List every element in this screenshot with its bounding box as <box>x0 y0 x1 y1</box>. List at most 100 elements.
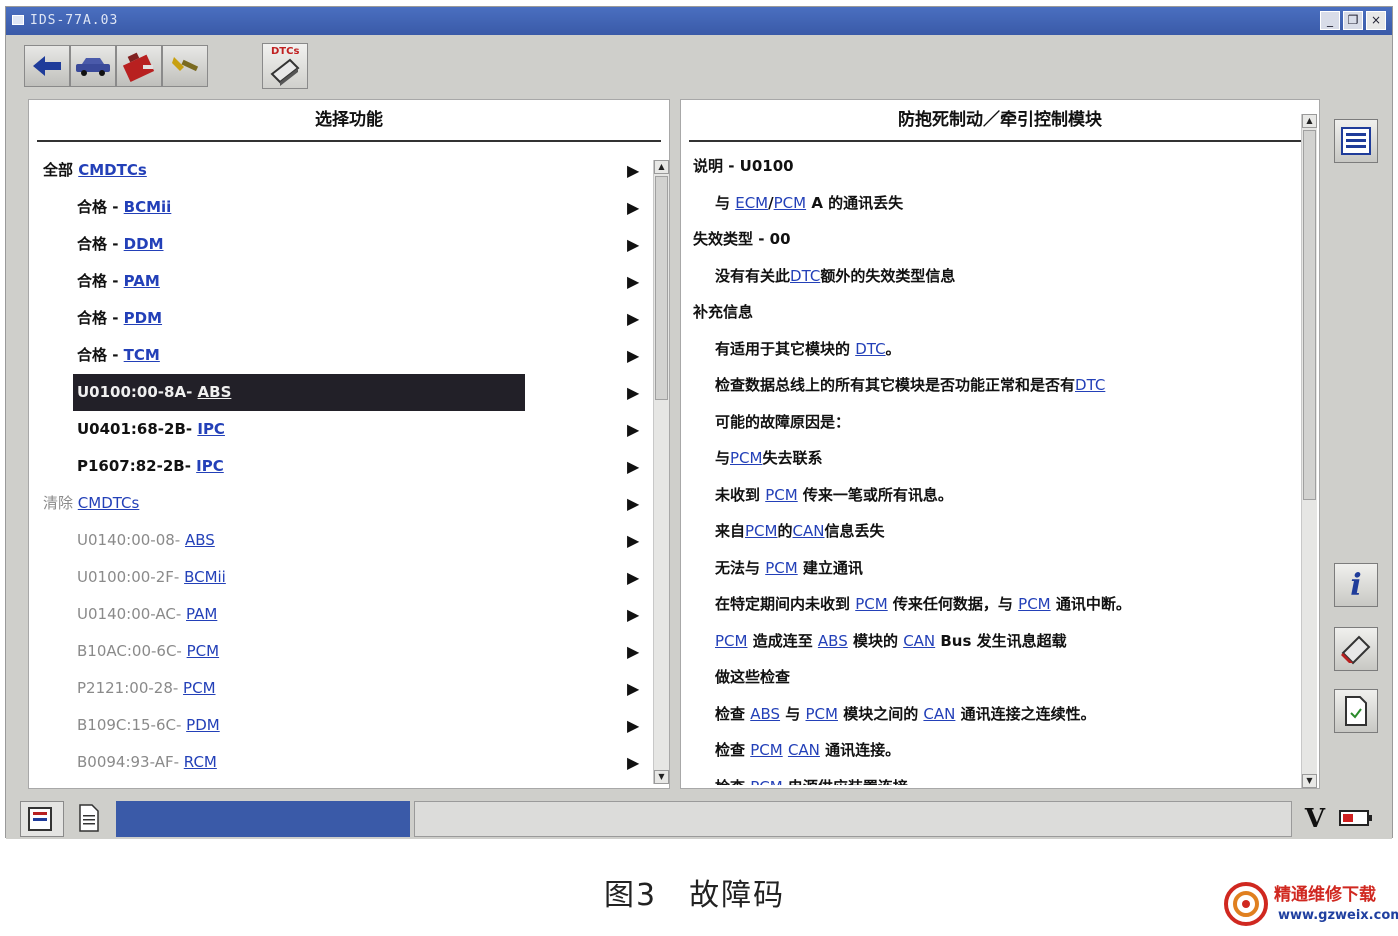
info-button[interactable]: i <box>1334 563 1378 607</box>
back-button[interactable] <box>24 45 70 87</box>
dtc-list-item[interactable]: U0140:00-AC- PAM ▶ <box>29 596 649 633</box>
glossary-link[interactable]: CAN <box>788 741 820 759</box>
module-link[interactable]: IPC <box>196 457 224 475</box>
glossary-link[interactable]: CAN <box>923 705 955 723</box>
left-scrollbar[interactable]: ▲ ▼ <box>653 160 669 784</box>
module-link[interactable]: BCMii <box>124 198 172 216</box>
glossary-link[interactable]: PCM <box>855 595 887 613</box>
list-view-button[interactable] <box>1334 119 1378 163</box>
glossary-link[interactable]: DTC <box>1075 376 1105 394</box>
glossary-link[interactable]: PCM <box>765 486 797 504</box>
scroll-down-button[interactable]: ▼ <box>1302 774 1317 788</box>
expand-arrow-icon[interactable]: ▶ <box>627 411 639 448</box>
minimize-button[interactable]: _ <box>1320 11 1340 30</box>
dtc-list-item[interactable]: 合格 - BCMii ▶ <box>29 189 649 226</box>
module-link[interactable]: CMDTCs <box>78 494 140 512</box>
module-link[interactable]: ABS <box>198 383 232 401</box>
glossary-link[interactable]: PCM <box>1018 595 1050 613</box>
glossary-link[interactable]: CAN <box>903 632 935 650</box>
module-link[interactable]: DDM <box>124 235 164 253</box>
erase-button[interactable] <box>1334 627 1378 671</box>
dtc-list-item[interactable]: 清除 CMDTCs ▶ <box>29 485 649 522</box>
glossary-link[interactable]: PCM <box>750 778 782 785</box>
expand-arrow-icon[interactable]: ▶ <box>627 559 639 596</box>
module-link[interactable]: BCMii <box>184 568 226 586</box>
expand-arrow-icon[interactable]: ▶ <box>627 485 639 522</box>
expand-arrow-icon[interactable]: ▶ <box>627 337 639 374</box>
module-link[interactable]: ABS <box>185 531 215 549</box>
module-link[interactable]: PAM <box>186 605 217 623</box>
glossary-link[interactable]: PCM <box>774 194 806 212</box>
glossary-link[interactable]: PCM <box>745 522 777 540</box>
diagnostics-mode-button[interactable] <box>20 801 64 837</box>
restore-button[interactable]: ❐ <box>1343 11 1363 30</box>
scroll-thumb[interactable] <box>1303 130 1316 500</box>
dtc-list-item[interactable]: 合格 - TCM ▶ <box>29 337 649 374</box>
detail-text: 模块的 <box>847 631 904 650</box>
module-link[interactable]: PCM <box>183 679 215 697</box>
dtc-list-item[interactable]: B109C:15-6C- PDM ▶ <box>29 707 649 744</box>
expand-arrow-icon[interactable]: ▶ <box>627 374 639 411</box>
scroll-up-button[interactable]: ▲ <box>1302 114 1317 128</box>
glossary-link[interactable]: CAN <box>793 522 825 540</box>
vehicle-button[interactable] <box>70 45 116 87</box>
expand-arrow-icon[interactable]: ▶ <box>627 226 639 263</box>
module-link[interactable]: CMDTCs <box>78 161 147 179</box>
dtc-list-item-label: U0100:00-2F- BCMii <box>77 559 226 596</box>
dtc-list-item[interactable]: B0094:93-AF- RCM ▶ <box>29 744 649 781</box>
scroll-down-button[interactable]: ▼ <box>654 770 669 784</box>
dtc-list-item-label: U0401:68-2B- IPC <box>77 411 225 448</box>
tools-button[interactable] <box>162 45 208 87</box>
glossary-link[interactable]: PCM <box>806 705 838 723</box>
report-button[interactable] <box>1334 689 1378 733</box>
expand-arrow-icon[interactable]: ▶ <box>627 152 639 189</box>
expand-arrow-icon[interactable]: ▶ <box>627 707 639 744</box>
scroll-thumb[interactable] <box>655 176 668 400</box>
glossary-link[interactable]: PCM <box>750 741 782 759</box>
dtc-list-item[interactable]: 合格 - PDM ▶ <box>29 300 649 337</box>
expand-arrow-icon[interactable]: ▶ <box>627 633 639 670</box>
expand-arrow-icon[interactable]: ▶ <box>627 300 639 337</box>
dtc-list-item[interactable]: 合格 - DDM ▶ <box>29 226 649 263</box>
expand-arrow-icon[interactable]: ▶ <box>627 522 639 559</box>
dtc-list-item-label: B10AC:00-6C- PCM <box>77 633 219 670</box>
glossary-link[interactable]: PCM <box>765 559 797 577</box>
dtc-list-item[interactable]: U0100:00-2F- BCMii ▶ <box>29 559 649 596</box>
glossary-link[interactable]: PCM <box>730 449 762 467</box>
glossary-link[interactable]: PCM <box>715 632 747 650</box>
expand-arrow-icon[interactable]: ▶ <box>627 263 639 300</box>
dtc-list-item[interactable]: P1607:82-2B- IPC ▶ <box>29 448 649 485</box>
module-link[interactable]: TCM <box>124 346 160 364</box>
glossary-link[interactable]: DTC <box>790 267 820 285</box>
module-link[interactable]: RCM <box>184 753 217 771</box>
right-scrollbar[interactable]: ▲ ▼ <box>1301 114 1317 788</box>
scroll-up-button[interactable]: ▲ <box>654 160 669 174</box>
dtc-list-item[interactable]: U0401:68-2B- IPC ▶ <box>29 411 649 448</box>
dtc-list-item[interactable]: U0140:00-08- ABS ▶ <box>29 522 649 559</box>
module-link[interactable]: IPC <box>197 420 225 438</box>
dtc-list-item[interactable]: 全部 CMDTCs ▶ <box>29 152 649 189</box>
glossary-link[interactable]: ECM <box>735 194 768 212</box>
glossary-link[interactable]: ABS <box>818 632 848 650</box>
dtc-list-item[interactable]: 合格 - PAM ▶ <box>29 263 649 300</box>
module-link[interactable]: PDM <box>186 716 220 734</box>
expand-arrow-icon[interactable]: ▶ <box>627 744 639 781</box>
module-link[interactable]: PAM <box>124 272 160 290</box>
glossary-link[interactable]: ABS <box>750 705 780 723</box>
module-link[interactable]: PCM <box>187 642 219 660</box>
expand-arrow-icon[interactable]: ▶ <box>627 189 639 226</box>
toolbox-button[interactable] <box>116 45 162 87</box>
dtc-list-item[interactable]: U0100:00-8A- ABS ▶ <box>29 374 649 411</box>
expand-arrow-icon[interactable]: ▶ <box>627 448 639 485</box>
expand-arrow-icon[interactable]: ▶ <box>627 596 639 633</box>
dtc-button[interactable]: DTCs <box>262 43 308 89</box>
title-bar[interactable]: IDS-77A.03 _ ❐ × <box>6 7 1392 35</box>
detail-text: Bus 发生讯息超载 <box>935 631 1067 650</box>
module-link[interactable]: PDM <box>124 309 162 327</box>
notes-button[interactable] <box>68 801 112 837</box>
dtc-list-item[interactable]: P2121:00-28- PCM ▶ <box>29 670 649 707</box>
dtc-list-item[interactable]: B10AC:00-6C- PCM ▶ <box>29 633 649 670</box>
close-button[interactable]: × <box>1366 11 1386 30</box>
expand-arrow-icon[interactable]: ▶ <box>627 670 639 707</box>
glossary-link[interactable]: DTC <box>855 340 885 358</box>
